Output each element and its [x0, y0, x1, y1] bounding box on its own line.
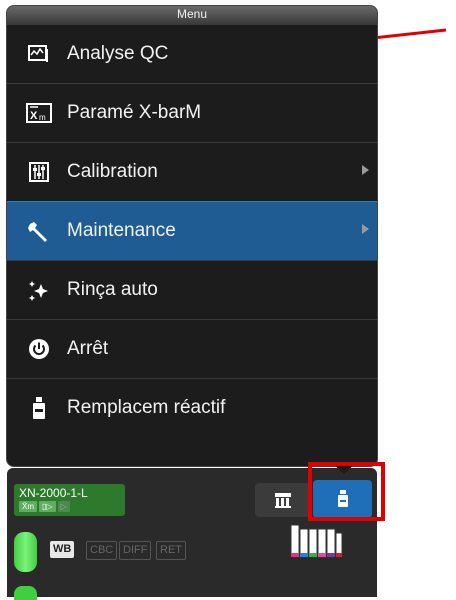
- chevron-right-icon: [362, 224, 369, 234]
- device-tag[interactable]: XN-2000-1-L X̄m ▯▷ ▷: [14, 484, 125, 516]
- mode-wb: WB: [50, 541, 75, 558]
- reagent-rack-icon: [275, 493, 291, 508]
- svg-text:m: m: [39, 113, 46, 122]
- menu-item-label: Paramé X-barM: [67, 102, 202, 123]
- menu-item-label: Maintenance: [67, 220, 176, 241]
- menu-item-maintenance[interactable]: Maintenance: [7, 201, 377, 260]
- play-chip: ▷: [57, 501, 70, 512]
- mode-ret: RET: [156, 541, 186, 560]
- calibration-icon: [19, 143, 59, 202]
- reagent-bottles-icon: [290, 524, 343, 558]
- annotation-highlight-box: [308, 462, 385, 521]
- wrench-icon: [19, 202, 59, 261]
- reagent-bottle-icon: [19, 379, 59, 438]
- sample-tube-indicator: [14, 586, 37, 600]
- svg-text:X: X: [30, 110, 38, 122]
- mode-diff: DIFF: [119, 541, 152, 560]
- menu-item-label: Rinça auto: [67, 279, 158, 300]
- menu-item-label: Arrêt: [67, 338, 109, 359]
- power-icon: [19, 320, 59, 379]
- mode-cbc: CBC: [86, 541, 118, 560]
- sample-chip: ▯▷: [39, 501, 56, 512]
- menu-item-replace-reagent[interactable]: Remplacem réactif: [7, 378, 377, 437]
- menu-item-shutdown[interactable]: Arrêt: [7, 319, 377, 378]
- sample-tube-indicator: [14, 532, 37, 572]
- menu-item-label: Analyse QC: [67, 43, 169, 64]
- menu-panel: Menu Analyse QC X m Paramé X-barM Calibr…: [7, 6, 377, 466]
- menu-item-analyse-qc[interactable]: Analyse QC: [7, 24, 377, 83]
- menu-item-rinse-auto[interactable]: Rinça auto: [7, 260, 377, 319]
- xbar-icon: X m: [19, 84, 59, 143]
- menu-item-xbar[interactable]: X m Paramé X-barM: [7, 83, 377, 142]
- menu-title: Menu: [7, 6, 377, 25]
- device-name: XN-2000-1-L: [19, 486, 88, 500]
- menu-item-calibration[interactable]: Calibration: [7, 142, 377, 201]
- qc-analysis-icon: [19, 25, 59, 84]
- xbar-chip: X̄m: [19, 501, 37, 512]
- menu-item-label: Remplacem réactif: [67, 397, 226, 418]
- sparkle-icon: [19, 261, 59, 320]
- menu-item-label: Calibration: [67, 161, 158, 182]
- reagent-status-button[interactable]: [255, 483, 311, 517]
- chevron-right-icon: [362, 165, 369, 175]
